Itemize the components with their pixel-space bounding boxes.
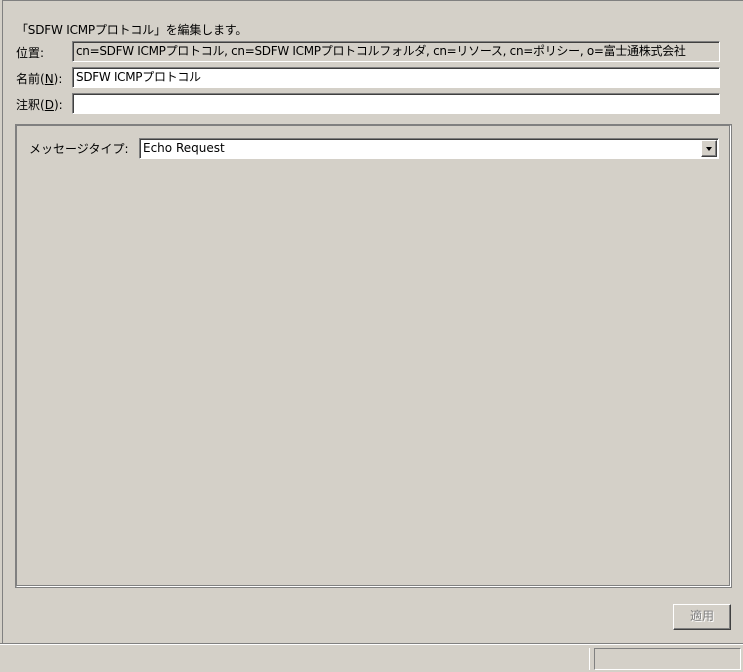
panel-inner-border <box>17 126 730 586</box>
comment-label-suffix: ): <box>53 98 63 112</box>
name-label-prefix: 名前( <box>16 72 45 86</box>
comment-label: 注釈(D): <box>16 96 63 113</box>
status-pane-main <box>2 648 590 670</box>
name-label-accesskey: N <box>44 72 54 86</box>
comment-label-prefix: 注釈( <box>16 98 45 112</box>
status-pane-right <box>594 648 741 670</box>
name-label: 名前(N): <box>16 70 62 87</box>
name-input[interactable]: SDFW ICMPプロトコル <box>72 67 720 88</box>
status-bar-highlight <box>0 644 743 645</box>
name-label-suffix: ): <box>53 72 63 86</box>
comment-label-accesskey: D <box>44 98 54 112</box>
window-top-edge <box>0 0 743 1</box>
window-left-edge <box>0 0 3 643</box>
apply-button[interactable]: 適用 <box>673 604 731 630</box>
location-field: cn=SDFW ICMPプロトコル, cn=SDFW ICMPプロトコルフォルダ… <box>72 41 720 62</box>
chevron-down-icon <box>706 147 712 151</box>
message-type-select[interactable]: Echo Request <box>139 138 719 159</box>
message-type-value: Echo Request <box>143 141 225 155</box>
message-settings-panel <box>15 124 732 588</box>
comment-input[interactable] <box>72 93 720 114</box>
status-bar <box>0 643 743 672</box>
message-type-label: メッセージタイプ: <box>29 142 129 156</box>
dialog-header: 「SDFW ICMPプロトコル」を編集します。 <box>16 23 248 37</box>
dropdown-button[interactable] <box>701 140 717 157</box>
location-label: 位置: <box>16 46 45 60</box>
